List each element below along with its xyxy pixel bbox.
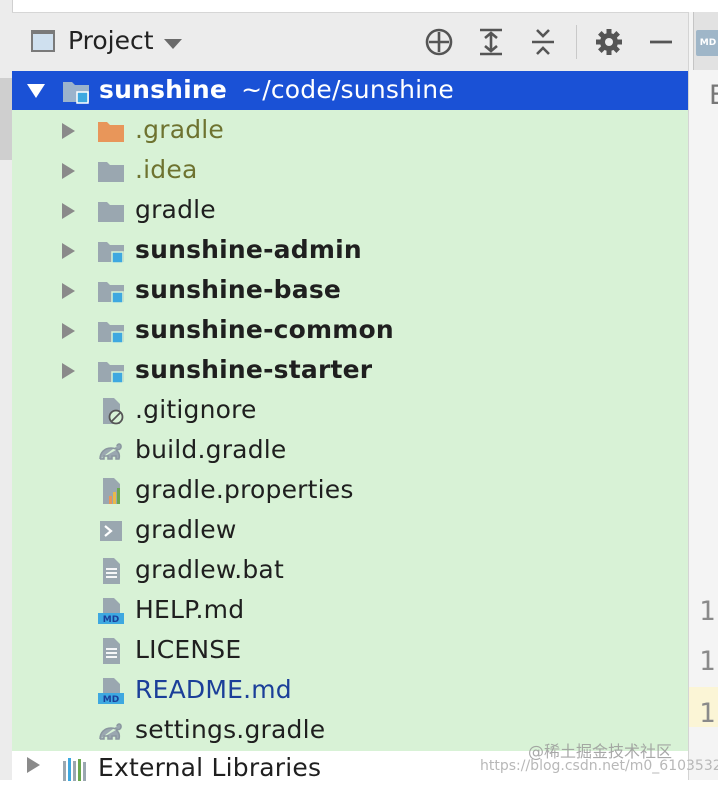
text-file-icon bbox=[103, 638, 120, 664]
root-name: sunshine bbox=[99, 75, 228, 104]
expand-arrow-icon[interactable] bbox=[27, 757, 40, 773]
tree-item-label: .gitignore bbox=[135, 395, 257, 424]
svg-text:MD: MD bbox=[103, 695, 119, 705]
locate-icon[interactable] bbox=[422, 25, 456, 59]
tree-item-label: build.gradle bbox=[135, 435, 287, 464]
tree-item-readme-md[interactable]: MD README.md bbox=[12, 671, 688, 711]
shell-script-icon bbox=[100, 521, 122, 541]
panel-title[interactable]: Project bbox=[68, 26, 154, 55]
expand-arrow-icon[interactable] bbox=[62, 363, 75, 379]
tree-item-label: gradle.properties bbox=[135, 475, 354, 504]
markdown-tab-icon: MD bbox=[696, 30, 718, 56]
chevron-down-icon[interactable] bbox=[164, 39, 182, 49]
tree-item-gradle[interactable]: gradle bbox=[12, 191, 688, 231]
tree-item-label: sunshine-base bbox=[135, 275, 342, 304]
module-folder-icon bbox=[98, 362, 124, 384]
expand-arrow-icon[interactable] bbox=[62, 163, 75, 179]
expand-arrow-icon[interactable] bbox=[62, 243, 75, 259]
tree-item-label: sunshine-starter bbox=[135, 355, 373, 384]
tree-item-label: HELP.md bbox=[135, 595, 245, 624]
gear-icon[interactable] bbox=[592, 25, 626, 59]
tree-item-label: README.md bbox=[135, 675, 292, 704]
tree-item-label: settings.gradle bbox=[135, 715, 326, 744]
folder-orange-icon bbox=[98, 122, 124, 142]
expand-arrow-icon[interactable] bbox=[62, 123, 75, 139]
markdown-file-icon: MD bbox=[98, 598, 124, 625]
editor-partial-text: E bbox=[709, 80, 718, 111]
minimize-icon[interactable] bbox=[644, 25, 678, 59]
tree-item-sunshine-base[interactable]: sunshine-base bbox=[12, 271, 688, 311]
tree-item-gitignore[interactable]: .gitignore bbox=[12, 391, 688, 431]
module-folder-icon bbox=[63, 82, 89, 104]
tree-item-sunshine-admin[interactable]: sunshine-admin bbox=[12, 231, 688, 271]
ignore-file-icon bbox=[103, 398, 124, 425]
properties-file-icon bbox=[103, 478, 120, 504]
tree-item-gradle-properties[interactable]: gradle.properties bbox=[12, 471, 688, 511]
folder-gray-icon bbox=[98, 162, 124, 182]
tree-item-idea[interactable]: .idea bbox=[12, 151, 688, 191]
markdown-file-icon: MD bbox=[98, 678, 124, 705]
project-panel-header: Project bbox=[12, 12, 688, 71]
module-folder-icon bbox=[98, 242, 124, 264]
tree-item-sunshine-common[interactable]: sunshine-common bbox=[12, 311, 688, 351]
libraries-icon bbox=[63, 758, 86, 781]
expand-arrow-icon[interactable] bbox=[62, 203, 75, 219]
tree-item-label: gradlew.bat bbox=[135, 555, 284, 584]
gradle-elephant-icon bbox=[99, 723, 122, 740]
project-tree[interactable]: sunshine ~/code/sunshine .gradle .idea gr… bbox=[12, 71, 688, 751]
gradle-elephant-icon bbox=[99, 443, 122, 460]
tree-item-build-gradle[interactable]: build.gradle bbox=[12, 431, 688, 471]
project-view-icon bbox=[31, 30, 55, 52]
tree-item-gradle-cache[interactable]: .gradle bbox=[12, 111, 688, 151]
tree-item-license[interactable]: LICENSE bbox=[12, 631, 688, 671]
svg-text:MD: MD bbox=[103, 615, 119, 625]
toolbar-separator bbox=[576, 25, 577, 59]
tree-root-row[interactable]: sunshine ~/code/sunshine bbox=[12, 71, 688, 110]
module-folder-icon bbox=[98, 322, 124, 344]
tree-item-label: gradlew bbox=[135, 515, 237, 544]
expand-arrow-icon[interactable] bbox=[62, 323, 75, 339]
tree-item-label: sunshine-common bbox=[135, 315, 394, 344]
editor-area: MD E 1 1 1 bbox=[688, 12, 718, 780]
tree-item-label: gradle bbox=[135, 195, 216, 224]
tree-item-help-md[interactable]: MD HELP.md bbox=[12, 591, 688, 631]
expand-arrow-icon[interactable] bbox=[62, 283, 75, 299]
root-path: ~/code/sunshine bbox=[241, 75, 454, 104]
expand-arrow-icon[interactable] bbox=[27, 84, 45, 98]
tree-item-gradlew[interactable]: gradlew bbox=[12, 511, 688, 551]
tree-item-label: .gradle bbox=[135, 115, 225, 144]
tree-item-label: sunshine-admin bbox=[135, 235, 362, 264]
left-strip-marker bbox=[0, 78, 12, 160]
text-file-icon bbox=[103, 558, 120, 584]
expand-all-icon[interactable] bbox=[474, 25, 508, 59]
tree-item-label: .idea bbox=[135, 155, 198, 184]
editor-tab[interactable]: MD bbox=[693, 12, 718, 70]
watermark-url: https://blog.csdn.net/m0_61035320 bbox=[480, 758, 718, 774]
line-number: 1 bbox=[699, 646, 716, 677]
tree-item-sunshine-starter[interactable]: sunshine-starter bbox=[12, 351, 688, 391]
line-number: 1 bbox=[699, 596, 716, 627]
folder-gray-icon bbox=[98, 202, 124, 222]
collapse-all-icon[interactable] bbox=[526, 25, 560, 59]
tree-root-label: sunshine ~/code/sunshine bbox=[99, 73, 454, 107]
tree-item-gradlew-bat[interactable]: gradlew.bat bbox=[12, 551, 688, 591]
tree-item-label: LICENSE bbox=[135, 635, 242, 664]
line-number: 1 bbox=[699, 698, 716, 729]
module-folder-icon bbox=[98, 282, 124, 304]
